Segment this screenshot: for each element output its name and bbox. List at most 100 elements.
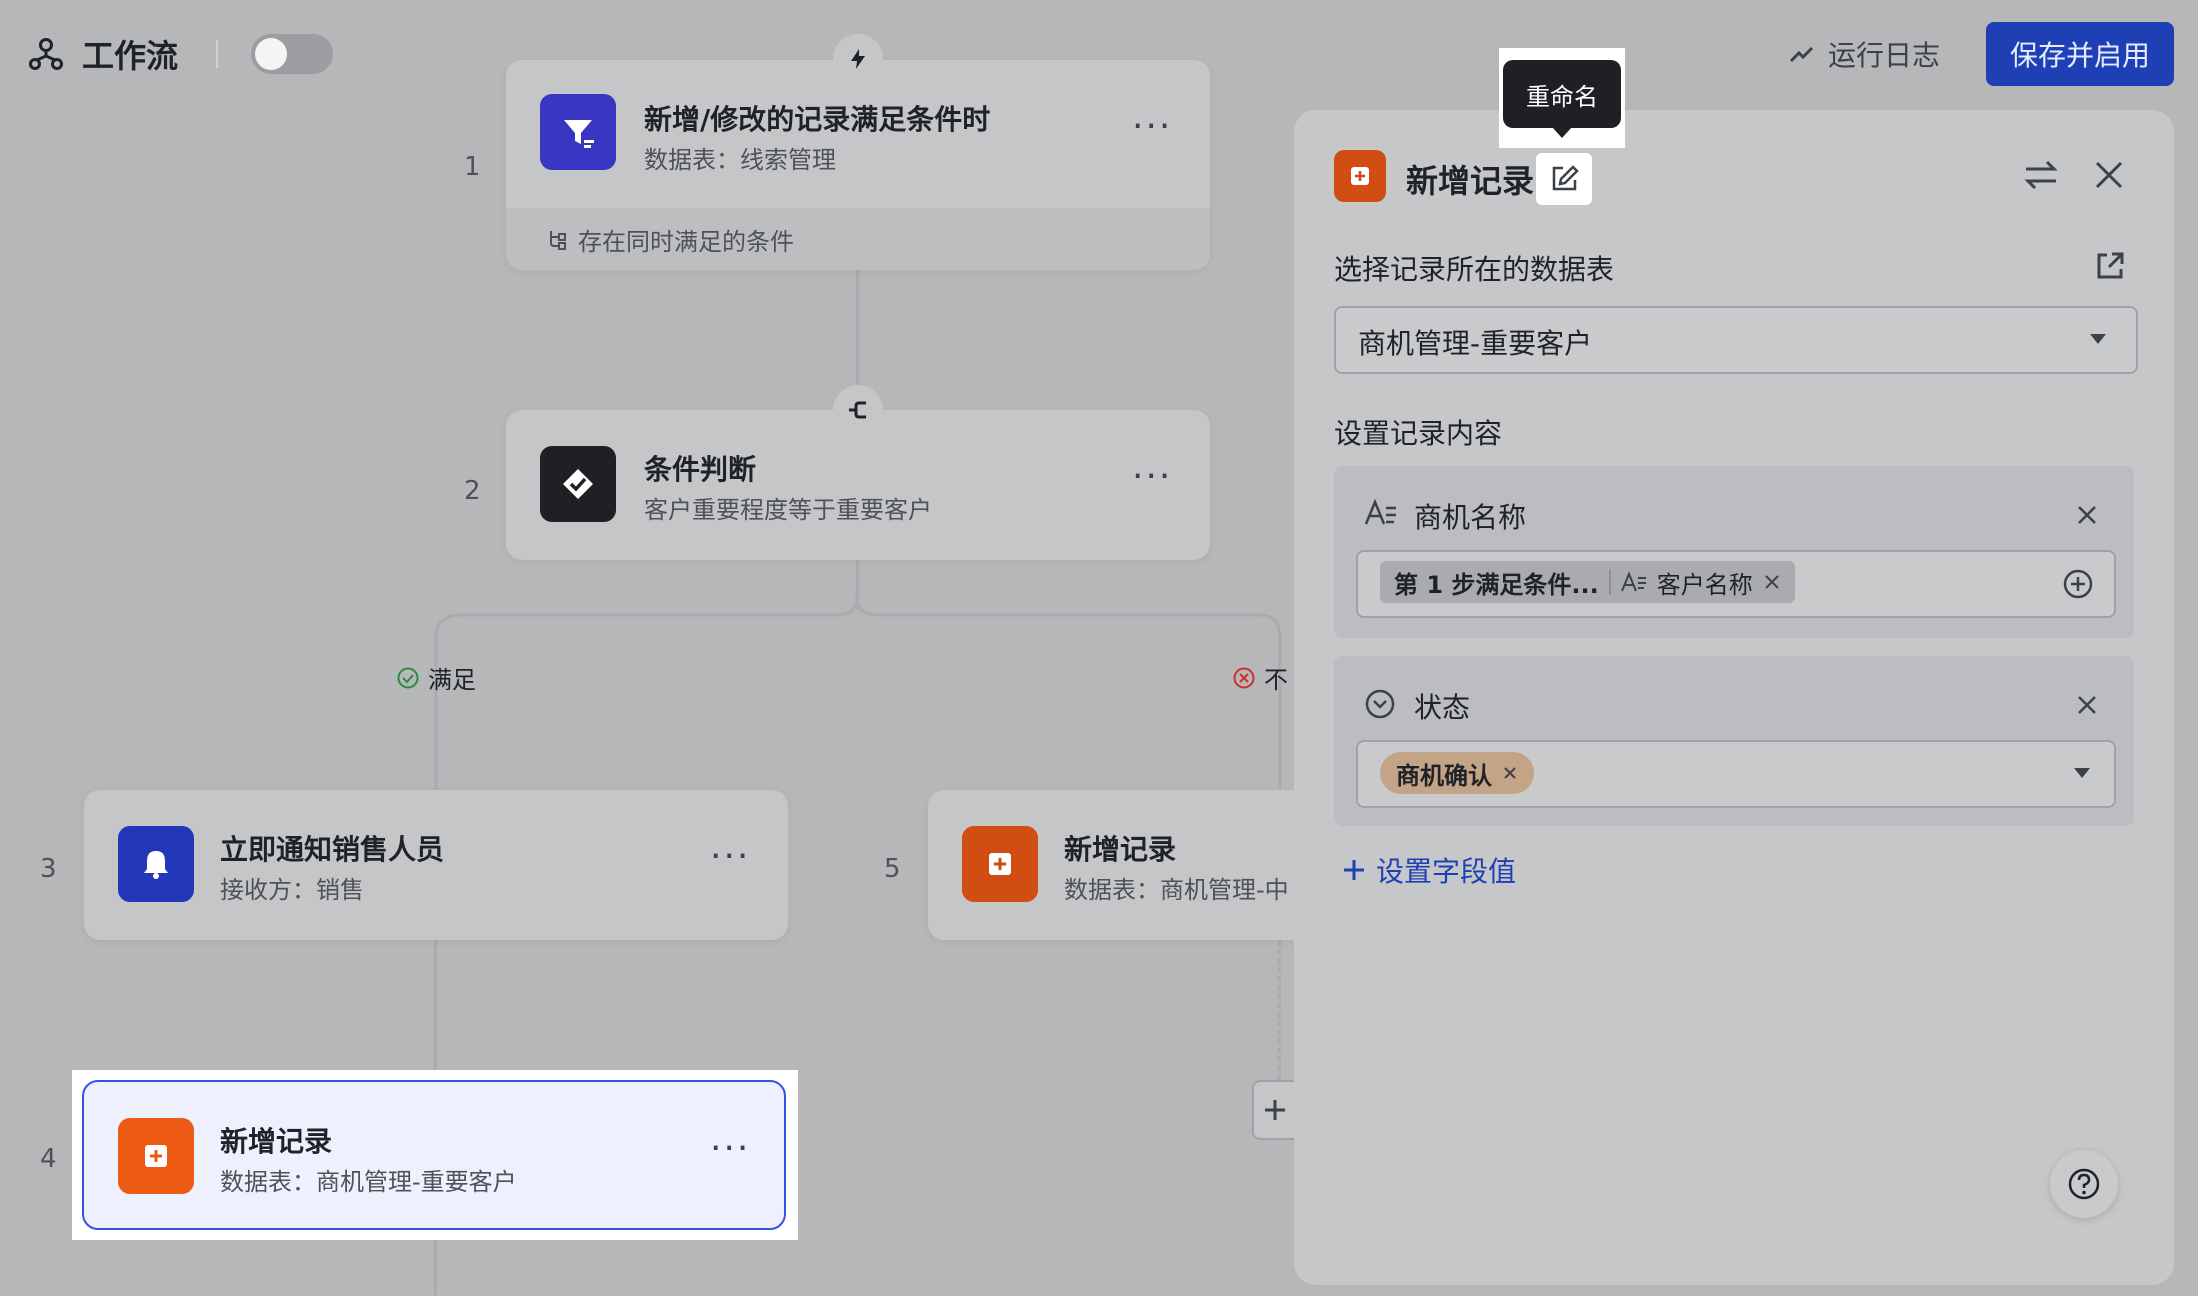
notify-node-card[interactable]: 立即通知销售人员 接收方：销售 ··· [84,790,788,940]
panel-title: 新增记录 [1406,162,1535,200]
add-field-value-button[interactable]: 设置字段值 [1342,850,1516,890]
status-select[interactable]: 商机确认 [1356,740,2116,808]
external-link-icon [2097,252,2124,279]
remove-field-icon[interactable] [2076,694,2098,716]
node-title: 新增/修改的记录满足条件时 [644,103,991,136]
run-log-label: 运行日志 [1828,39,1941,72]
select-field-icon [1365,689,1395,719]
check-circle-icon [397,667,419,688]
plus-icon [1265,1100,1285,1120]
field-name: 商机名称 [1414,501,1527,534]
add-record-icon [118,1118,194,1194]
add-record-node-card[interactable]: 新增记录 数据表：商机管理-中 [928,790,1294,940]
table-section-label: 选择记录所在的数据表 [1334,253,1615,286]
rename-button[interactable] [1536,153,1592,205]
chip-remove-icon[interactable] [1502,765,1518,781]
node-footer-text: 存在同时满足的条件 [578,227,794,256]
panel-node-icon [1334,150,1386,202]
field-card: 商机名称 第 1 步满足条件... 客户名称 [1334,466,2134,638]
more-options-button[interactable]: ··· [1132,106,1172,147]
variable-field-label: 客户名称 [1656,570,1753,599]
trigger-node-card[interactable]: 新增/修改的记录满足条件时 数据表：线索管理 ··· 存在同时满足的条件 [506,60,1210,270]
node-subtitle: 数据表：商机管理-重要客户 [220,1168,517,1196]
check-diamond-icon [540,446,616,522]
node-footer: 存在同时满足的条件 [506,208,1210,270]
table-select-value: 商机管理-重要客户 [1358,327,1593,360]
plus-icon [1344,860,1364,880]
header-divider [216,40,218,68]
add-record-icon [962,826,1038,902]
add-field-value-label: 设置字段值 [1376,855,1517,888]
help-button[interactable] [2050,1150,2118,1218]
close-panel-button[interactable] [2092,158,2126,196]
tooltip-arrow [1552,127,1572,138]
node-config-panel: 新增记录 选择记录所在的数据表 商机管理-重要客户 设置记录内容 商机名称 第 … [1294,110,2174,1285]
node-title: 立即通知销售人员 [220,833,445,866]
node-subtitle: 客户重要程度等于重要客户 [644,496,932,524]
open-table-button[interactable] [2094,250,2126,286]
bell-icon [118,826,194,902]
step-number: 5 [884,854,901,884]
text-field-icon [1364,498,1396,525]
variable-chip[interactable]: 第 1 步满足条件... 客户名称 [1380,561,1795,603]
trend-icon [1789,46,1814,63]
node-title: 新增记录 [220,1125,333,1158]
caret-down-icon [2074,768,2090,778]
branch-no-text: 不 [1264,666,1288,694]
trigger-badge [833,34,883,84]
selected-add-record-node-card[interactable]: 新增记录 数据表：商机管理-重要客户 ··· [82,1080,786,1230]
node-title: 新增记录 [1064,833,1177,866]
text-field-icon [1620,571,1646,592]
add-node-button[interactable] [1252,1080,1296,1140]
page-title: 工作流 [82,37,179,75]
add-record-icon [1351,167,1369,185]
swap-button[interactable] [2022,158,2060,196]
field-card: 状态 商机确认 [1334,656,2134,826]
branch-no-label: 不 [1232,660,1288,695]
rename-tooltip: 重命名 [1503,60,1621,128]
field-name: 状态 [1414,691,1471,724]
help-icon [2068,1168,2100,1200]
workflow-icon [29,38,63,70]
step-number: 1 [464,152,481,182]
step-number: 3 [40,854,57,884]
option-chip[interactable]: 商机确认 [1380,752,1534,794]
connector [434,940,437,1080]
node-title: 条件判断 [644,453,757,486]
more-options-button[interactable]: ··· [710,836,750,877]
chip-remove-icon[interactable] [1763,573,1781,591]
node-subtitle: 数据表：商机管理-中 [1064,876,1289,904]
branch-yes-text: 满足 [428,666,476,694]
node-subtitle: 接收方：销售 [220,876,364,904]
connector [434,1235,437,1295]
caret-down-icon [2090,334,2106,344]
insert-variable-icon[interactable] [2062,568,2094,600]
remove-field-icon[interactable] [2076,504,2098,526]
content-section-label: 设置记录内容 [1334,417,1503,450]
field-value-input[interactable]: 第 1 步满足条件... 客户名称 [1356,550,2116,618]
workflow-enable-toggle[interactable] [251,34,333,74]
variable-step-label: 第 1 步满足条件... [1394,570,1599,599]
connector-dashed [1278,940,1281,1080]
lightning-icon [851,49,865,69]
save-and-enable-button[interactable]: 保存并启用 [1986,22,2174,86]
branch-condition-icon [550,231,566,250]
branch-yes-label: 满足 [396,660,476,695]
table-select[interactable]: 商机管理-重要客户 [1334,306,2138,374]
filter-icon [540,94,616,170]
branch-connector [434,595,1282,795]
node-subtitle: 数据表：线索管理 [644,146,836,174]
run-log-link[interactable]: 运行日志 [1788,32,1940,76]
more-options-button[interactable]: ··· [710,1128,750,1169]
workflow-header: 工作流 [28,30,178,78]
edit-icon [1552,165,1579,191]
option-label: 商机确认 [1396,761,1492,790]
branch-icon [849,401,866,419]
condition-badge [833,385,883,435]
close-icon [2095,161,2123,189]
more-options-button[interactable]: ··· [1132,456,1172,497]
step-number: 2 [464,476,481,506]
x-circle-icon [1233,667,1255,688]
swap-arrows-icon [2024,160,2058,190]
step-number: 4 [40,1144,57,1174]
